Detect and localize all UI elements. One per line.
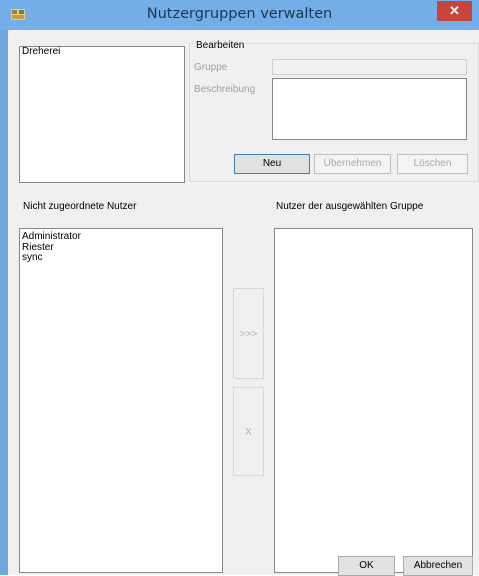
remove-from-group-button[interactable]: X bbox=[233, 387, 264, 476]
delete-button[interactable]: Löschen bbox=[397, 154, 468, 174]
unassigned-users-list[interactable]: Administrator Riester sync bbox=[19, 228, 223, 573]
title-bar[interactable]: Nutzergruppen verwalten ✕ bbox=[0, 0, 479, 30]
dialog-window: Nutzergruppen verwalten ✕ Dreherei Bearb… bbox=[0, 0, 479, 576]
edit-groupbox-legend: Bearbeiten bbox=[194, 40, 247, 51]
group-name-label: Gruppe bbox=[194, 62, 228, 73]
description-label: Beschreibung bbox=[194, 84, 256, 95]
close-button[interactable]: ✕ bbox=[437, 1, 472, 21]
group-name-field[interactable] bbox=[272, 59, 467, 75]
description-field[interactable] bbox=[272, 78, 467, 140]
assigned-users-list[interactable] bbox=[274, 228, 473, 573]
new-button[interactable]: Neu bbox=[234, 154, 310, 174]
dialog-client-area: Dreherei Bearbeiten Gruppe Beschreibung … bbox=[8, 30, 479, 576]
assigned-users-label: Nutzer der ausgewählten Gruppe bbox=[276, 201, 424, 212]
ok-button[interactable]: OK bbox=[338, 556, 395, 576]
list-item[interactable]: sync bbox=[20, 252, 222, 264]
cancel-button[interactable]: Abbrechen bbox=[403, 556, 473, 576]
window-title: Nutzergruppen verwalten bbox=[146, 6, 333, 22]
apply-button[interactable]: Übernehmen bbox=[314, 154, 391, 174]
list-item[interactable]: Dreherei bbox=[20, 46, 184, 58]
list-item[interactable]: Administrator bbox=[20, 231, 222, 243]
unassigned-users-label: Nicht zugeordnete Nutzer bbox=[23, 201, 137, 212]
group-list[interactable]: Dreherei bbox=[19, 46, 185, 183]
close-icon: ✕ bbox=[449, 3, 460, 18]
list-item[interactable]: Riester bbox=[20, 242, 222, 254]
add-to-group-button[interactable]: >>> bbox=[233, 288, 264, 379]
